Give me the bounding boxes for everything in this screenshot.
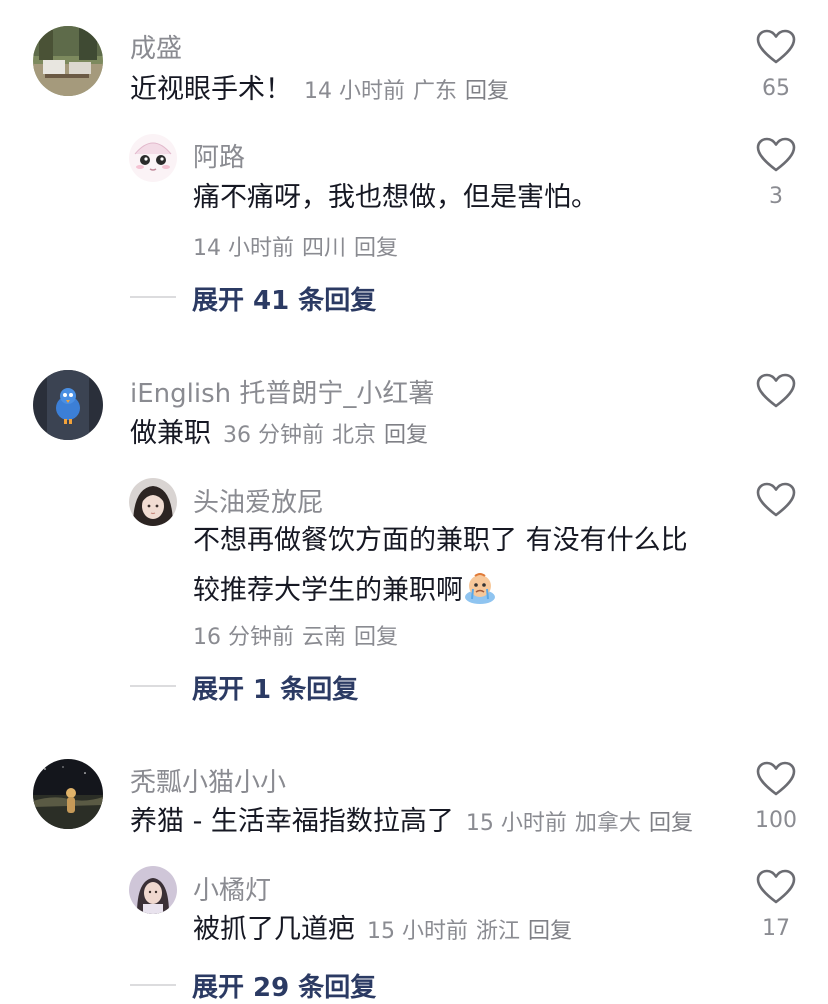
reply-time: 14 小时前 — [193, 236, 294, 261]
girl-photo-avatar[interactable] — [129, 478, 177, 526]
reply-body-line-2: 较推荐大学生的兼职啊 — [193, 571, 497, 605]
reply-body-line-2-text: 较推荐大学生的兼职啊 — [193, 575, 463, 606]
girl-portrait-avatar[interactable] — [129, 866, 177, 914]
divider — [130, 984, 176, 986]
comment-time: 14 小时前 — [304, 79, 405, 104]
comment-location: 广东 — [413, 79, 458, 104]
reply-username[interactable]: 小橘灯 — [193, 870, 271, 907]
comment-username[interactable]: 秃瓢小猫小小 — [130, 762, 286, 799]
like-heart-icon[interactable] — [756, 761, 796, 797]
comment-username[interactable]: 成盛 — [130, 28, 182, 65]
reply-body-line-1: 不想再做餐饮方面的兼职了 有没有什么比 — [193, 525, 688, 556]
reply-button[interactable]: 回复 — [354, 236, 398, 261]
expand-replies-button[interactable]: 展开 41 条回复 — [192, 280, 376, 317]
expand-replies-button[interactable]: 展开 29 条回复 — [192, 967, 376, 1004]
reply-meta: 15 小时前 浙江 回复 — [367, 919, 580, 944]
like-count: 17 — [762, 916, 790, 941]
like-heart-icon[interactable] — [756, 373, 796, 409]
reply-time: 15 小时前 — [367, 919, 468, 944]
reply-button[interactable]: 回复 — [384, 423, 428, 448]
comment-text: 养猫 - 生活幸福指数拉高了 15 小时前 加拿大 回复 — [130, 808, 701, 835]
like-heart-icon[interactable] — [756, 482, 796, 518]
reply-meta: 14 小时前 四川 回复 — [193, 230, 406, 262]
reply-location: 浙江 — [476, 919, 521, 944]
comment-text: 近视眼手术！ 14 小时前 广东 回复 — [130, 76, 517, 103]
comment-body: 近视眼手术！ — [130, 74, 292, 105]
reply-username[interactable]: 阿路 — [193, 137, 245, 174]
blue-bird-avatar[interactable] — [33, 370, 103, 440]
reply-location: 四川 — [302, 236, 347, 261]
comment-body: 养猫 - 生活幸福指数拉高了 — [130, 806, 454, 837]
like-count: 65 — [762, 76, 790, 101]
like-count: 3 — [769, 184, 783, 209]
reply-body: 痛不痛呀，我也想做，但是害怕。 — [193, 182, 598, 213]
crying-face-emoji-icon — [465, 573, 495, 604]
comment-meta: 15 小时前 加拿大 回复 — [466, 811, 701, 836]
comment-body: 做兼职 — [130, 418, 211, 449]
reply-time: 16 分钟前 — [193, 625, 294, 650]
like-heart-icon[interactable] — [756, 137, 796, 173]
comment-text: 做兼职 36 分钟前 北京 回复 — [130, 420, 436, 447]
divider — [130, 685, 176, 687]
comment-location: 北京 — [332, 423, 377, 448]
reply-button[interactable]: 回复 — [354, 625, 398, 650]
night-sky-avatar[interactable] — [33, 759, 103, 829]
like-count: 100 — [755, 808, 797, 833]
comment-location: 加拿大 — [574, 811, 641, 836]
reply-text: 被抓了几道疤 15 小时前 浙江 回复 — [193, 916, 580, 943]
comment-username[interactable]: iEnglish 托普朗宁_小红薯 — [130, 373, 434, 410]
reply-username[interactable]: 头油爱放屁 — [193, 482, 323, 519]
comment-time: 15 小时前 — [465, 811, 567, 836]
expand-replies-button[interactable]: 展开 1 条回复 — [192, 669, 358, 706]
comment-meta: 14 小时前 广东 回复 — [304, 79, 517, 104]
divider — [130, 296, 176, 298]
reply-body: 被抓了几道疤 — [193, 914, 355, 945]
cartoon-face-avatar[interactable] — [129, 134, 177, 182]
reply-button[interactable]: 回复 — [465, 79, 509, 104]
reply-button[interactable]: 回复 — [649, 811, 693, 836]
comment-meta: 36 分钟前 北京 回复 — [223, 423, 436, 448]
reply-button[interactable]: 回复 — [528, 919, 572, 944]
like-heart-icon[interactable] — [756, 29, 796, 65]
landscape-avatar[interactable] — [33, 26, 103, 96]
reply-meta: 16 分钟前 云南 回复 — [193, 619, 406, 651]
like-heart-icon[interactable] — [756, 869, 796, 905]
comment-time: 36 分钟前 — [223, 423, 324, 448]
reply-location: 云南 — [302, 625, 347, 650]
